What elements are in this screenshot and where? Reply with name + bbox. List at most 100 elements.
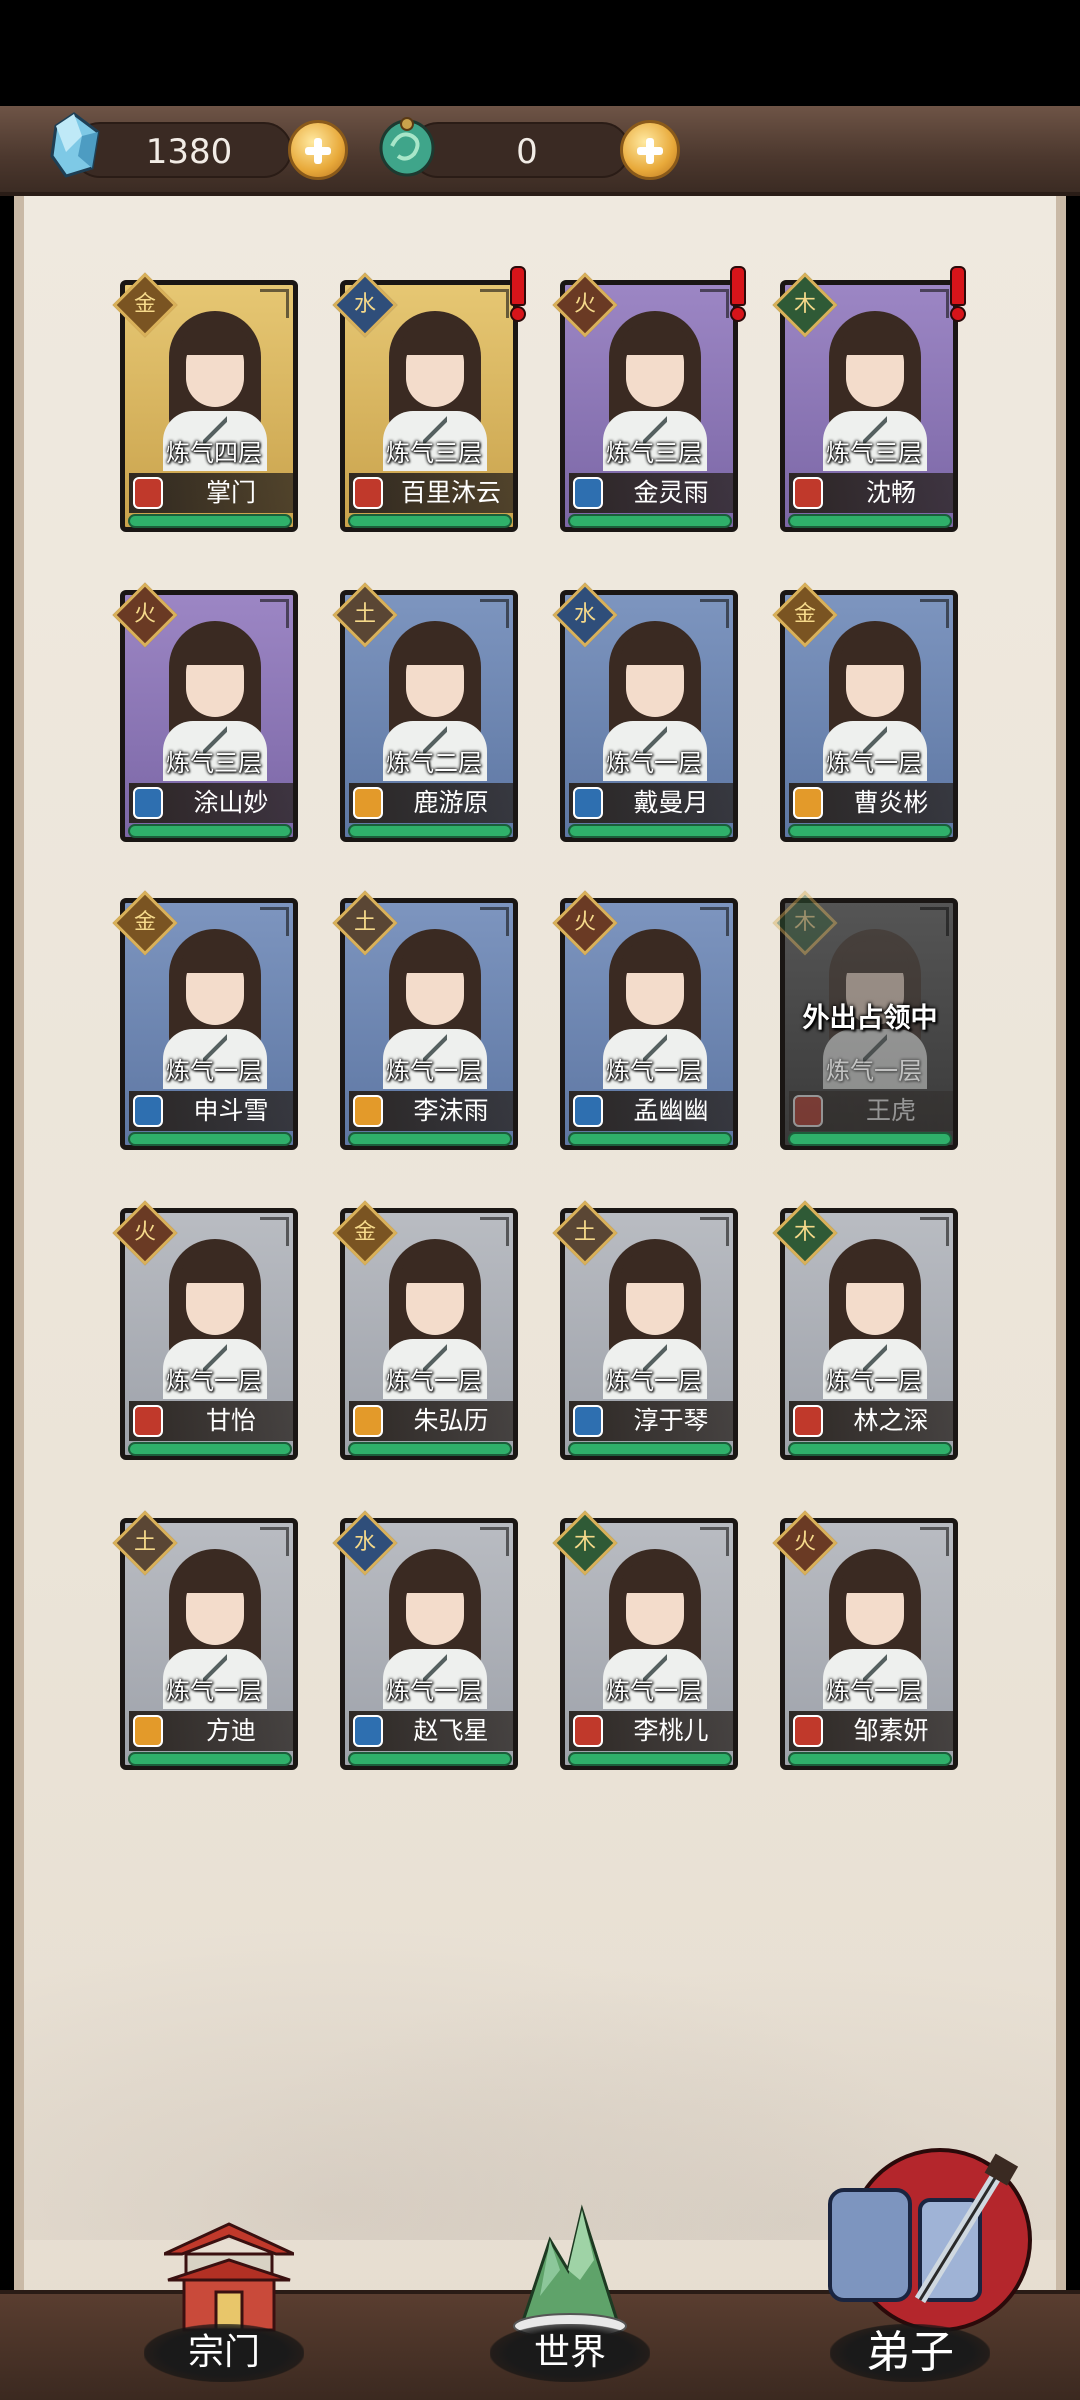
name-bar: 涂山妙 [129, 783, 293, 823]
disciple-realm: 炼气三层 [386, 439, 482, 467]
sect-role-icon [793, 1715, 823, 1747]
disciple-name: 曹炎彬 [853, 788, 929, 817]
status-bar [788, 824, 952, 838]
disciple-name: 方迪 [205, 1716, 256, 1745]
element-label: 金 [353, 1220, 376, 1245]
sect-role-icon [353, 1405, 383, 1437]
status-bar [128, 824, 292, 838]
disciple-realm: 炼气四层 [166, 439, 262, 467]
disciple-realm: 炼气三层 [606, 439, 702, 467]
element-label: 火 [573, 292, 596, 317]
disciple-name: 申斗雪 [193, 1096, 269, 1125]
disciple-realm: 炼气二层 [386, 749, 482, 777]
sect-role-icon [133, 1095, 163, 1127]
disciple-card[interactable]: 炼气三层 金灵雨 火 [552, 266, 746, 540]
disciple-name: 孟幽幽 [633, 1096, 709, 1125]
currency-bar: 1380 0 [0, 106, 1080, 196]
disciple-realm: 炼气一层 [826, 1677, 922, 1705]
disciple-card[interactable]: 炼气一层淳于琴 土 [552, 1200, 740, 1468]
spirit-stone-value: 1380 [145, 132, 233, 172]
disciple-realm: 炼气一层 [386, 1057, 482, 1085]
alert-icon [504, 266, 528, 322]
name-bar: 王虎 [789, 1091, 953, 1131]
disciple-name: 李沫雨 [413, 1096, 489, 1125]
disciple-name: 淳于琴 [633, 1406, 709, 1435]
name-bar: 孟幽幽 [569, 1091, 733, 1131]
sect-role-icon [573, 1715, 603, 1747]
status-bar [788, 1132, 952, 1146]
add-jade-button[interactable] [620, 120, 680, 180]
disciple-card[interactable]: 炼气一层 赵飞星 水 [332, 1510, 520, 1778]
sect-role-icon [793, 477, 823, 509]
status-bar [568, 1442, 732, 1456]
disciple-realm: 炼气一层 [606, 1057, 702, 1085]
nav-world-button[interactable]: 世界 [450, 2200, 690, 2400]
element-label: 火 [133, 1220, 156, 1245]
status-bar [788, 514, 952, 528]
alert-icon [944, 266, 968, 322]
disciple-name: 朱弘历 [413, 1406, 489, 1435]
disciple-card[interactable]: 炼气一层 邹素妍 火 [772, 1510, 960, 1778]
mountain-icon [513, 2204, 627, 2339]
status-bar [128, 514, 292, 528]
element-label: 水 [353, 1530, 376, 1555]
sect-role-icon [133, 1405, 163, 1437]
name-bar: 淳于琴 [569, 1401, 733, 1441]
nav-sect-button[interactable]: 宗门 [104, 2200, 344, 2400]
disciple-card[interactable]: 炼气一层 林之深 木 [772, 1200, 960, 1468]
disciple-card[interactable]: 炼气二层 鹿游原 土 [332, 582, 520, 850]
disciple-card[interactable]: 炼气三层百里沐云 水 [332, 266, 526, 540]
element-label: 金 [133, 292, 156, 317]
status-bar [568, 1752, 732, 1766]
jade-counter: 0 [410, 122, 630, 178]
disciple-card[interactable]: 炼气一层 李桃儿 木 [552, 1510, 740, 1778]
name-bar: 戴曼月 [569, 783, 733, 823]
sect-role-icon [353, 1715, 383, 1747]
disciple-card[interactable]: 炼气一层 戴曼月 水 [552, 582, 740, 850]
nav-disciple-button[interactable]: 弟子 [790, 2148, 1032, 2400]
nav-disciple-label: 弟子 [830, 2324, 990, 2382]
element-label: 木 [573, 1530, 596, 1555]
disciple-card[interactable]: 炼气一层 曹炎彬 金 [772, 582, 960, 850]
sect-role-icon [353, 477, 383, 509]
name-bar: 申斗雪 [129, 1091, 293, 1131]
disciple-name: 赵飞星 [413, 1716, 489, 1745]
disciple-card[interactable]: 炼气一层 王虎 木外出占领中 [772, 890, 960, 1158]
status-bar [348, 1132, 512, 1146]
name-bar: 赵飞星 [349, 1711, 513, 1751]
sect-role-icon [353, 787, 383, 819]
disciple-card[interactable]: 炼气一层 李沫雨 土 [332, 890, 520, 1158]
disciple-name: 鹿游原 [413, 788, 489, 817]
disciple-realm: 炼气一层 [826, 749, 922, 777]
disciple-realm: 炼气一层 [606, 749, 702, 777]
element-label: 火 [573, 910, 596, 935]
add-spirit-stone-button[interactable] [288, 120, 348, 180]
disciple-card[interactable]: 炼气一层 朱弘历 金 [332, 1200, 520, 1468]
disciple-name: 百里沐云 [400, 478, 501, 507]
element-label: 水 [353, 292, 376, 317]
sect-role-icon [793, 787, 823, 819]
disciple-realm: 炼气一层 [606, 1367, 702, 1395]
status-bar [788, 1442, 952, 1456]
disciple-card[interactable]: 炼气一层 甘怡 火 [112, 1200, 300, 1468]
disciple-card[interactable]: 炼气四层掌门 金 [112, 272, 300, 540]
name-bar: 李沫雨 [349, 1091, 513, 1131]
disciple-card[interactable]: 炼气一层孟幽幽 火 [552, 890, 740, 1158]
status-bar [568, 824, 732, 838]
disciple-card[interactable]: 炼气三层 沈畅 木 [772, 266, 966, 540]
element-label: 木 [793, 910, 816, 935]
element-label: 火 [793, 1530, 816, 1555]
element-label: 土 [573, 1220, 596, 1245]
disciple-card[interactable]: 炼气三层 涂山妙 火 [112, 582, 300, 850]
name-bar: 沈畅 [789, 473, 953, 513]
sect-role-icon [353, 1095, 383, 1127]
sect-role-icon [793, 1405, 823, 1437]
status-bar [348, 514, 512, 528]
disciple-card[interactable]: 炼气一层 申斗雪 金 [112, 890, 300, 1158]
name-bar: 朱弘历 [349, 1401, 513, 1441]
name-bar: 掌门 [129, 473, 293, 513]
status-bar [348, 824, 512, 838]
status-bar [568, 514, 732, 528]
sect-role-icon [573, 477, 603, 509]
disciple-card[interactable]: 炼气一层 方迪 土 [112, 1510, 300, 1778]
